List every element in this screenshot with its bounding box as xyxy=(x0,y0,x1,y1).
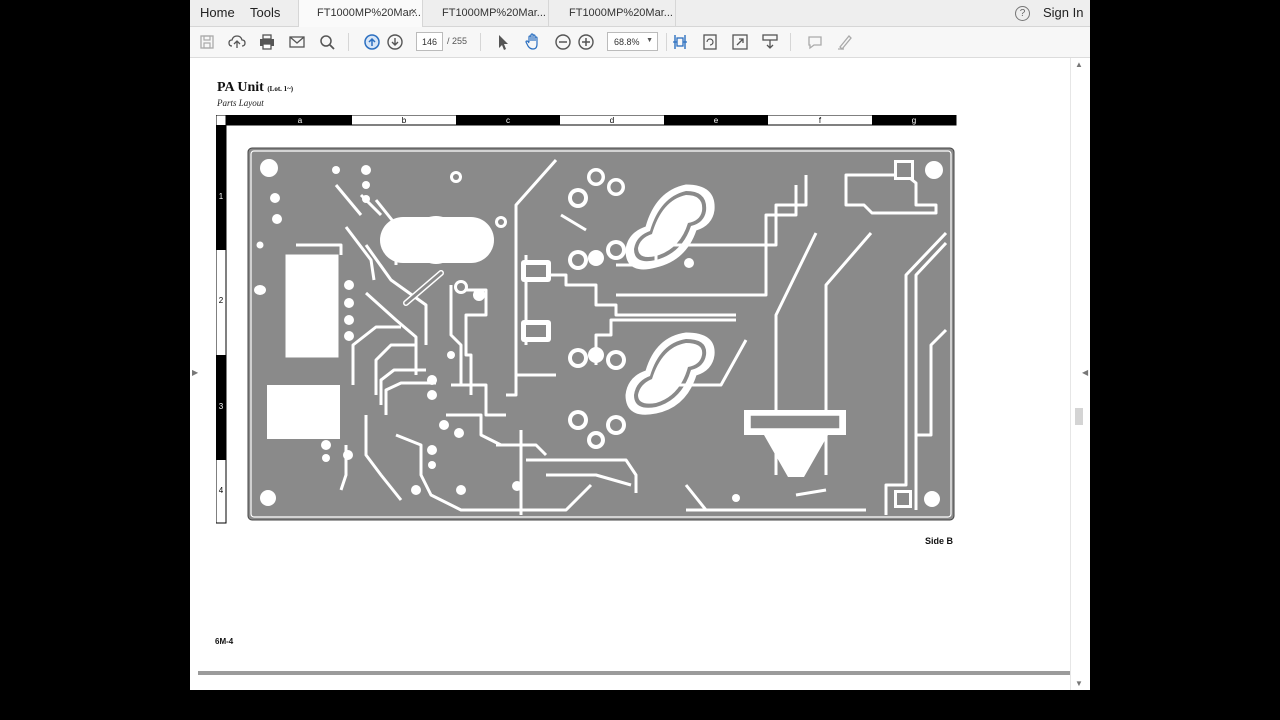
scroll-down-icon[interactable]: ▼ xyxy=(1075,679,1083,688)
tab-bar: Home Tools FT1000MP%20Mar... × FT1000MP%… xyxy=(190,0,1090,28)
fit-width-icon[interactable] xyxy=(670,32,690,52)
upload-icon[interactable] xyxy=(227,32,247,52)
tab-document-1[interactable]: FT1000MP%20Mar... × xyxy=(298,0,423,28)
read-mode-icon[interactable] xyxy=(760,32,780,52)
page-total: / 255 xyxy=(447,36,468,46)
title-text: PA Unit xyxy=(217,80,264,95)
col-label-e: e xyxy=(714,116,719,125)
page-number-label: 6M-4 xyxy=(215,637,234,646)
next-page-icon[interactable] xyxy=(385,32,405,52)
sign-icon[interactable] xyxy=(835,32,855,52)
save-icon[interactable] xyxy=(197,32,217,52)
right-panel-toggle-icon[interactable]: ◀ xyxy=(1082,368,1088,377)
toolbar-separator xyxy=(790,33,791,51)
pdf-viewer-window: Home Tools FT1000MP%20Mar... × FT1000MP%… xyxy=(190,0,1090,690)
page-boundary xyxy=(198,671,1070,675)
zoom-in-icon[interactable] xyxy=(576,32,596,52)
toolbar: / 255 68.8% ▼ xyxy=(190,27,1090,58)
col-label-d: d xyxy=(610,116,614,125)
row-label-4: 4 xyxy=(219,486,224,495)
email-icon[interactable] xyxy=(287,32,307,52)
row-label-2: 2 xyxy=(219,296,224,305)
side-label: Side B xyxy=(925,536,954,546)
toolbar-separator xyxy=(348,33,349,51)
title-note: (Lot. 1~) xyxy=(267,85,294,93)
col-label-g: g xyxy=(912,116,916,125)
toolbar-separator xyxy=(666,33,667,51)
page-number-input[interactable] xyxy=(416,32,443,51)
zoom-select[interactable]: 68.8% ▼ xyxy=(607,32,658,51)
search-icon[interactable] xyxy=(317,32,337,52)
prev-page-icon[interactable] xyxy=(362,32,382,52)
home-link[interactable]: Home xyxy=(200,5,235,20)
left-panel-toggle-icon[interactable]: ▶ xyxy=(192,368,198,377)
toolbar-separator xyxy=(480,33,481,51)
help-icon[interactable]: ? xyxy=(1015,6,1030,21)
tab-label: FT1000MP%20Mar... xyxy=(317,7,421,19)
page-title: PA Unit (Lot. 1~) xyxy=(217,80,293,96)
zoom-value: 68.8% xyxy=(614,37,640,47)
comment-icon[interactable] xyxy=(805,32,825,52)
tab-document-3[interactable]: FT1000MP%20Mar... xyxy=(551,0,676,27)
pcb-layout-figure: a b c d e f g 1 2 3 4 xyxy=(216,115,957,524)
select-icon[interactable] xyxy=(493,32,513,52)
rotate-icon[interactable] xyxy=(700,32,720,52)
sign-in-link[interactable]: Sign In xyxy=(1043,5,1083,20)
tab-document-2[interactable]: FT1000MP%20Mar... xyxy=(424,0,549,27)
zoom-out-icon[interactable] xyxy=(553,32,573,52)
page-subtitle: Parts Layout xyxy=(217,98,264,108)
tab-label: FT1000MP%20Mar... xyxy=(569,7,673,19)
col-label-a: a xyxy=(298,116,303,125)
close-tab-icon[interactable]: × xyxy=(411,6,417,18)
print-icon[interactable] xyxy=(257,32,277,52)
col-label-b: b xyxy=(402,116,407,125)
fullscreen-icon[interactable] xyxy=(730,32,750,52)
chevron-down-icon: ▼ xyxy=(646,37,653,44)
hand-icon[interactable] xyxy=(523,32,543,52)
row-label-1: 1 xyxy=(219,192,224,201)
col-label-c: c xyxy=(506,116,510,125)
tools-link[interactable]: Tools xyxy=(250,5,280,20)
document-page[interactable]: PA Unit (Lot. 1~) Parts Layout a b c d e… xyxy=(190,58,1070,690)
scroll-up-icon[interactable]: ▲ xyxy=(1075,60,1083,69)
tab-label: FT1000MP%20Mar... xyxy=(442,7,546,19)
scroll-thumb[interactable] xyxy=(1075,408,1083,425)
row-label-3: 3 xyxy=(219,402,224,411)
